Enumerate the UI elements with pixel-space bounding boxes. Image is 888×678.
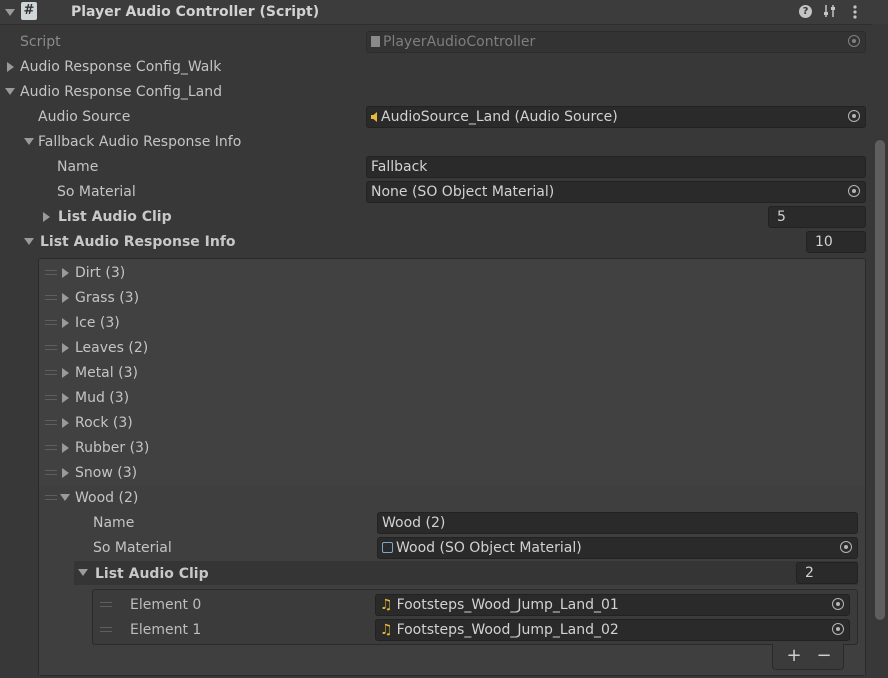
drag-handle-icon[interactable] xyxy=(45,420,57,426)
drag-handle-icon[interactable] xyxy=(45,495,57,501)
list-item-label: Metal (3) xyxy=(75,365,138,381)
more-icon[interactable] xyxy=(853,4,857,20)
drag-handle-icon[interactable] xyxy=(45,295,57,301)
fallback-foldout-arrow[interactable] xyxy=(24,138,34,145)
fallback-name-value: Fallback xyxy=(371,159,428,175)
drag-handle-icon[interactable] xyxy=(45,470,57,476)
component-foldout-arrow[interactable] xyxy=(5,9,15,16)
item-foldout-arrow[interactable] xyxy=(62,343,69,353)
audio-source-value: AudioSource_Land (Audio Source) xyxy=(381,109,618,125)
list-item-label: Rock (3) xyxy=(75,415,133,431)
wood-so-material-picker-icon[interactable] xyxy=(840,541,852,553)
list-info-count-value: 10 xyxy=(815,234,833,250)
so-object-material-icon xyxy=(382,542,393,553)
drag-handle-icon[interactable] xyxy=(45,395,57,401)
item-foldout-arrow[interactable] xyxy=(62,418,69,428)
wood-list-audio-clip-count-value: 2 xyxy=(805,565,814,581)
wood-list-audio-clip-label[interactable]: List Audio Clip xyxy=(95,564,209,584)
list-item-label: Mud (3) xyxy=(75,390,130,406)
list-info-foldout-arrow[interactable] xyxy=(24,238,34,245)
list-item-label: Ice (3) xyxy=(75,315,120,331)
wood-so-material-field[interactable]: Wood (SO Object Material) xyxy=(377,537,858,559)
drag-handle-icon[interactable] xyxy=(100,627,112,633)
element-value: Footsteps_Wood_Jump_Land_01 xyxy=(396,597,619,613)
audio-source-icon xyxy=(371,112,377,122)
element-picker-icon[interactable] xyxy=(832,623,844,635)
config-land-label[interactable]: Audio Response Config_Land xyxy=(20,82,222,102)
wood-so-material-label: So Material xyxy=(93,540,172,556)
list-info-count[interactable]: 10 xyxy=(806,231,866,253)
list-item-label: Rubber (3) xyxy=(75,440,150,456)
audio-clip-icon: ♫ xyxy=(380,597,393,613)
wood-list-audio-clip-foldout-arrow[interactable] xyxy=(78,569,88,576)
element-picker-icon[interactable] xyxy=(832,598,844,610)
script-component-icon: # xyxy=(21,2,37,20)
audio-clip-icon: ♫ xyxy=(380,622,393,638)
item-foldout-arrow[interactable] xyxy=(62,443,69,453)
drag-handle-icon[interactable] xyxy=(45,270,57,276)
script-picker-icon xyxy=(848,35,860,47)
element-label: Element 1 xyxy=(130,622,202,638)
item-foldout-arrow[interactable] xyxy=(62,293,69,303)
wood-list-audio-clip-count[interactable]: 2 xyxy=(796,562,858,584)
item-foldout-arrow[interactable] xyxy=(62,368,69,378)
help-icon[interactable]: ? xyxy=(799,5,812,18)
fallback-name-label: Name xyxy=(57,159,99,175)
config-walk-label[interactable]: Audio Response Config_Walk xyxy=(20,57,221,77)
item-foldout-arrow[interactable] xyxy=(62,468,69,478)
list-footer xyxy=(772,644,844,670)
list-item-label: Dirt (3) xyxy=(75,265,126,281)
item-foldout-arrow[interactable] xyxy=(62,268,69,278)
wood-foldout-arrow[interactable] xyxy=(60,494,70,501)
wood-name-label: Name xyxy=(93,515,135,531)
preset-icon[interactable] xyxy=(823,4,837,18)
fallback-so-material-value: None (SO Object Material) xyxy=(371,184,555,200)
item-foldout-arrow[interactable] xyxy=(62,318,69,328)
list-item-label: Snow (3) xyxy=(75,465,138,481)
wood-so-material-value: Wood (SO Object Material) xyxy=(396,540,582,556)
drag-handle-icon[interactable] xyxy=(45,320,57,326)
wood-item-label[interactable]: Wood (2) xyxy=(75,488,138,508)
script-file-icon xyxy=(371,36,380,47)
audio-source-picker-icon[interactable] xyxy=(848,110,860,122)
audio-source-label: Audio Source xyxy=(38,109,131,125)
script-value: PlayerAudioController xyxy=(383,34,536,50)
drag-handle-icon[interactable] xyxy=(45,370,57,376)
script-field: PlayerAudioController xyxy=(366,31,866,53)
config-walk-foldout-arrow[interactable] xyxy=(7,62,14,72)
element-value-field[interactable]: ♫ Footsteps_Wood_Jump_Land_02 xyxy=(375,619,850,641)
fallback-label[interactable]: Fallback Audio Response Info xyxy=(38,132,241,152)
list-item-label: Leaves (2) xyxy=(75,340,149,356)
component-title: Player Audio Controller (Script) xyxy=(71,4,320,20)
fallback-name-field[interactable]: Fallback xyxy=(366,156,866,178)
add-element-button[interactable]: + xyxy=(786,646,802,666)
remove-element-button[interactable]: − xyxy=(816,646,832,666)
list-info-label[interactable]: List Audio Response Info xyxy=(40,232,236,252)
wood-name-field[interactable]: Wood (2) xyxy=(377,512,858,534)
scrollbar-thumb[interactable] xyxy=(875,140,885,620)
item-foldout-arrow[interactable] xyxy=(62,393,69,403)
drag-handle-icon[interactable] xyxy=(100,602,112,608)
fallback-so-material-field[interactable]: None (SO Object Material) xyxy=(366,181,866,203)
fallback-list-audio-clip-count-value: 5 xyxy=(777,209,786,225)
fallback-so-material-picker-icon[interactable] xyxy=(848,185,860,197)
element-label: Element 0 xyxy=(130,597,202,613)
fallback-list-audio-clip-foldout-arrow[interactable] xyxy=(43,212,50,222)
fallback-list-audio-clip-label[interactable]: List Audio Clip xyxy=(58,207,172,227)
wood-name-value: Wood (2) xyxy=(382,515,446,531)
element-value: Footsteps_Wood_Jump_Land_02 xyxy=(396,622,619,638)
list-item-label: Grass (3) xyxy=(75,290,140,306)
fallback-list-audio-clip-count[interactable]: 5 xyxy=(768,206,866,228)
element-value-field[interactable]: ♫ Footsteps_Wood_Jump_Land_01 xyxy=(375,594,850,616)
audio-source-field[interactable]: AudioSource_Land (Audio Source) xyxy=(366,106,866,128)
fallback-so-material-label: So Material xyxy=(57,184,136,200)
drag-handle-icon[interactable] xyxy=(45,445,57,451)
drag-handle-icon[interactable] xyxy=(45,345,57,351)
script-label: Script xyxy=(20,34,61,50)
config-land-foldout-arrow[interactable] xyxy=(5,88,15,95)
